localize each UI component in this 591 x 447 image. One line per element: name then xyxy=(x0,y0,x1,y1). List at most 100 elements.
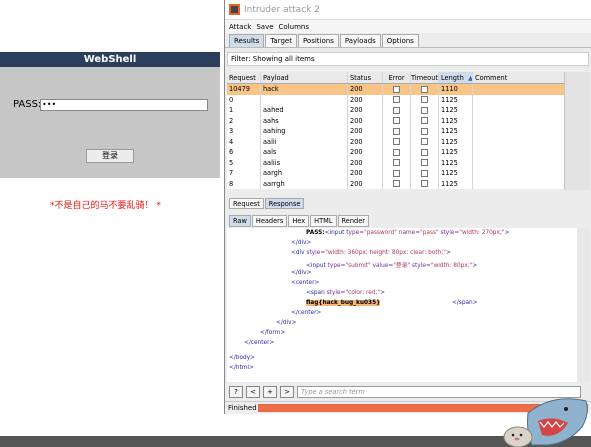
tab-payloads[interactable]: Payloads xyxy=(339,34,381,47)
tab-request[interactable]: Request xyxy=(229,198,264,209)
table-row[interactable]: 2 aahs 200 1125 xyxy=(227,115,564,127)
cell-request: 5 xyxy=(227,157,261,168)
tab-positions[interactable]: Positions xyxy=(297,34,339,47)
table-row[interactable]: 8 aarrgh 200 1125 xyxy=(227,178,564,189)
cell-comment xyxy=(473,137,564,148)
code-token: value= xyxy=(370,263,394,269)
code-token: "submit" xyxy=(345,263,371,269)
checkbox[interactable] xyxy=(421,180,428,188)
cell-request: 7 xyxy=(227,168,261,179)
col-status[interactable]: Status xyxy=(348,72,383,83)
checkbox[interactable] xyxy=(421,127,428,135)
cell-status: 200 xyxy=(348,84,383,95)
cell-timeout xyxy=(411,178,439,189)
checkbox[interactable] xyxy=(421,148,428,156)
password-input[interactable]: ••• xyxy=(40,99,208,111)
table-row[interactable]: 7 aargh 200 1125 xyxy=(227,168,564,179)
checkbox[interactable] xyxy=(393,127,400,135)
tab-options[interactable]: Options xyxy=(381,34,419,47)
col-error[interactable]: Error xyxy=(383,72,411,83)
menu-save[interactable]: Save xyxy=(256,23,273,31)
checkbox[interactable] xyxy=(393,85,400,93)
code-pass-label: PASS: xyxy=(306,230,325,236)
menu-bar: Attack Save Columns xyxy=(225,20,591,33)
previous-button[interactable]: < xyxy=(246,385,260,398)
menu-columns[interactable]: Columns xyxy=(279,23,309,31)
code-scrollbar[interactable] xyxy=(577,228,590,382)
response-raw-view[interactable]: PASS:<input type="password" name="pass" … xyxy=(227,228,577,382)
cell-comment xyxy=(473,105,564,116)
cell-status: 200 xyxy=(348,157,383,168)
code-token: > xyxy=(504,230,510,236)
code-line: <span style="color: red;"> xyxy=(306,290,385,296)
checkbox[interactable] xyxy=(393,159,400,167)
filter-bar[interactable]: Filter: Showing all items xyxy=(227,52,589,66)
col-request[interactable]: Request xyxy=(227,72,261,83)
tab-hex[interactable]: Hex xyxy=(288,215,310,227)
table-row[interactable]: 10479 hack 200 1110 xyxy=(227,84,564,95)
checkbox[interactable] xyxy=(421,106,428,114)
checkbox[interactable] xyxy=(421,96,428,104)
col-timeout[interactable]: Timeout xyxy=(411,72,439,83)
checkbox[interactable] xyxy=(421,138,428,146)
code-token: <input xyxy=(306,263,326,269)
add-button[interactable]: + xyxy=(263,385,277,398)
table-row[interactable]: 3 aahing 200 1125 xyxy=(227,126,564,137)
table-row[interactable]: 6 aals 200 1125 xyxy=(227,147,564,158)
cell-error xyxy=(383,105,411,116)
checkbox[interactable] xyxy=(393,169,400,177)
table-body: 10479 hack 200 1110 0 200 1125 1 aahed 200 1125 2 aa… xyxy=(227,84,564,189)
checkbox[interactable] xyxy=(393,96,400,104)
checkbox[interactable] xyxy=(393,148,400,156)
code-token: style= xyxy=(324,290,346,296)
checkbox[interactable] xyxy=(421,85,428,93)
menu-attack[interactable]: Attack xyxy=(229,23,251,31)
col-length[interactable]: Length ▲ xyxy=(439,72,473,83)
cell-request: 8 xyxy=(227,178,261,189)
code-token: "width: 80px;" xyxy=(430,263,473,269)
login-button[interactable]: 登录 xyxy=(86,149,134,163)
tab-render[interactable]: Render xyxy=(337,215,369,227)
col-payload[interactable]: Payload xyxy=(261,72,348,83)
checkbox[interactable] xyxy=(421,117,428,125)
cell-status: 200 xyxy=(348,94,383,105)
cell-request: 6 xyxy=(227,147,261,158)
window-title: Intruder attack 2 xyxy=(244,4,320,15)
cell-comment xyxy=(473,84,564,95)
code-token: "color: red;" xyxy=(345,290,381,296)
col-comment[interactable]: Comment xyxy=(473,72,564,83)
table-row[interactable]: 1 aahed 200 1125 xyxy=(227,105,564,116)
cell-error xyxy=(383,157,411,168)
code-line: </div> xyxy=(291,240,312,246)
next-button[interactable]: > xyxy=(280,385,294,398)
tab-results[interactable]: Results xyxy=(229,34,265,47)
cell-error xyxy=(383,84,411,95)
code-line: <div style="width: 360px; height: 80px; … xyxy=(291,250,451,256)
cell-comment xyxy=(473,116,564,127)
checkbox[interactable] xyxy=(393,180,400,188)
table-row[interactable]: 5 aaliis 200 1125 xyxy=(227,157,564,169)
cell-length: 1125 xyxy=(439,105,473,116)
code-token: type= xyxy=(344,230,365,236)
cell-length: 1125 xyxy=(439,178,473,189)
help-button[interactable]: ? xyxy=(229,385,243,398)
tab-raw[interactable]: Raw xyxy=(229,215,251,227)
tab-html[interactable]: HTML xyxy=(310,215,337,227)
table-row[interactable]: 0 200 1125 xyxy=(227,94,564,105)
tab-response[interactable]: Response xyxy=(264,198,305,209)
window-titlebar[interactable]: Intruder attack 2 xyxy=(225,0,591,20)
code-token: "pass" xyxy=(420,230,439,236)
checkbox[interactable] xyxy=(393,138,400,146)
cell-status: 200 xyxy=(348,178,383,189)
cell-comment xyxy=(473,158,564,169)
table-scrollbar[interactable] xyxy=(564,72,590,190)
checkbox[interactable] xyxy=(393,106,400,114)
checkbox[interactable] xyxy=(393,117,400,125)
code-line: </center> xyxy=(291,310,322,316)
tab-headers[interactable]: Headers xyxy=(251,215,288,227)
checkbox[interactable] xyxy=(421,169,428,177)
cell-length: 1125 xyxy=(439,136,473,147)
table-row[interactable]: 4 aalii 200 1125 xyxy=(227,136,564,148)
checkbox[interactable] xyxy=(421,159,428,167)
tab-target[interactable]: Target xyxy=(265,34,297,47)
